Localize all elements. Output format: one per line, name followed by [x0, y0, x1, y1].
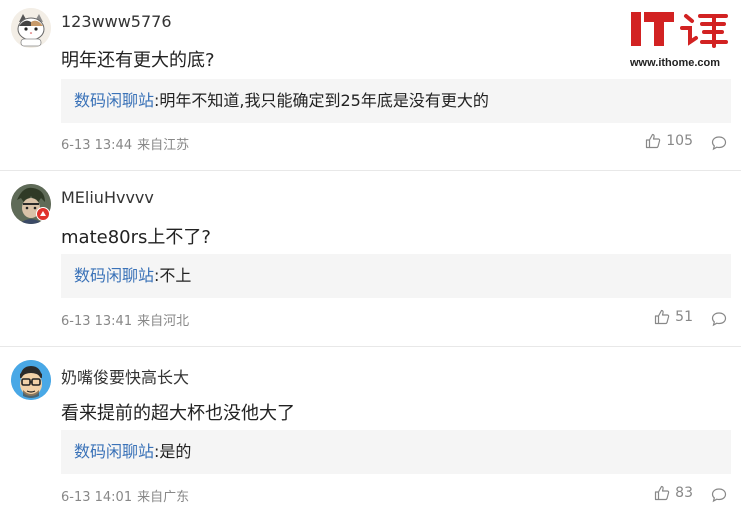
comment-location: 来自广东 [137, 490, 190, 505]
comment-bubble-icon[interactable] [711, 311, 727, 327]
comment-content: 看来提前的超大杯也没他大了 [61, 403, 295, 424]
glasses-boy-avatar[interactable] [11, 360, 51, 400]
comment-bubble-icon[interactable] [711, 487, 727, 503]
reply-author[interactable]: 数码闲聊站 [74, 266, 154, 285]
thumbs-up-icon [655, 309, 670, 325]
like-button[interactable]: 105 [645, 133, 693, 149]
comment-item: 123www5776 明年还有更大的底? 数码闲聊站:明年不知道,我只能确定到2… [0, 0, 741, 170]
comment-meta: 6-13 13:44 来自江苏 [61, 134, 189, 153]
cat-avatar[interactable] [11, 8, 51, 48]
like-button[interactable]: 83 [654, 485, 693, 501]
reply-author[interactable]: 数码闲聊站 [74, 442, 154, 461]
like-button[interactable]: 51 [654, 309, 693, 325]
comment-meta: 6-13 13:41 来自河北 [61, 310, 189, 329]
reply-text: 不上 [159, 266, 192, 285]
cat-avatar-icon [11, 8, 51, 48]
comment-time: 6-13 13:44 [61, 138, 133, 153]
like-count: 105 [666, 133, 693, 149]
like-count: 83 [675, 485, 693, 501]
thumbs-up-icon [646, 133, 661, 149]
badge-icon [36, 207, 50, 221]
reply-box: 数码闲聊站:是的 [61, 430, 731, 474]
username[interactable]: MEliuHvvvv [61, 188, 154, 207]
comment-location: 来自河北 [137, 314, 190, 329]
reply-text: 明年不知道,我只能确定到25年底是没有更大的 [159, 91, 489, 110]
comment-time: 6-13 13:41 [61, 314, 133, 329]
reply-author[interactable]: 数码闲聊站 [74, 91, 154, 110]
reply-box: 数码闲聊站:不上 [61, 254, 731, 298]
comment-content: 明年还有更大的底? [61, 50, 215, 71]
reply-box: 数码闲聊站:明年不知道,我只能确定到25年底是没有更大的 [61, 79, 731, 123]
comment-content: mate80rs上不了? [61, 227, 211, 248]
glasses-boy-avatar-icon [11, 360, 51, 400]
comment-item: MEliuHvvvv mate80rs上不了? 数码闲聊站:不上 6-13 13… [0, 171, 741, 346]
thumbs-up-icon [655, 485, 670, 501]
comment-location: 来自江苏 [137, 138, 190, 153]
reply-text: 是的 [159, 442, 192, 461]
comment-meta: 6-13 14:01 来自广东 [61, 486, 189, 505]
username[interactable]: 123www5776 [61, 12, 172, 31]
comment-time: 6-13 14:01 [61, 490, 133, 505]
comment-bubble-icon[interactable] [711, 135, 727, 151]
username[interactable]: 奶嘴俊要快高长大 [61, 364, 189, 388]
comment-item: 奶嘴俊要快高长大 看来提前的超大杯也没他大了 数码闲聊站:是的 6-13 14:… [0, 347, 741, 513]
like-count: 51 [675, 309, 693, 325]
